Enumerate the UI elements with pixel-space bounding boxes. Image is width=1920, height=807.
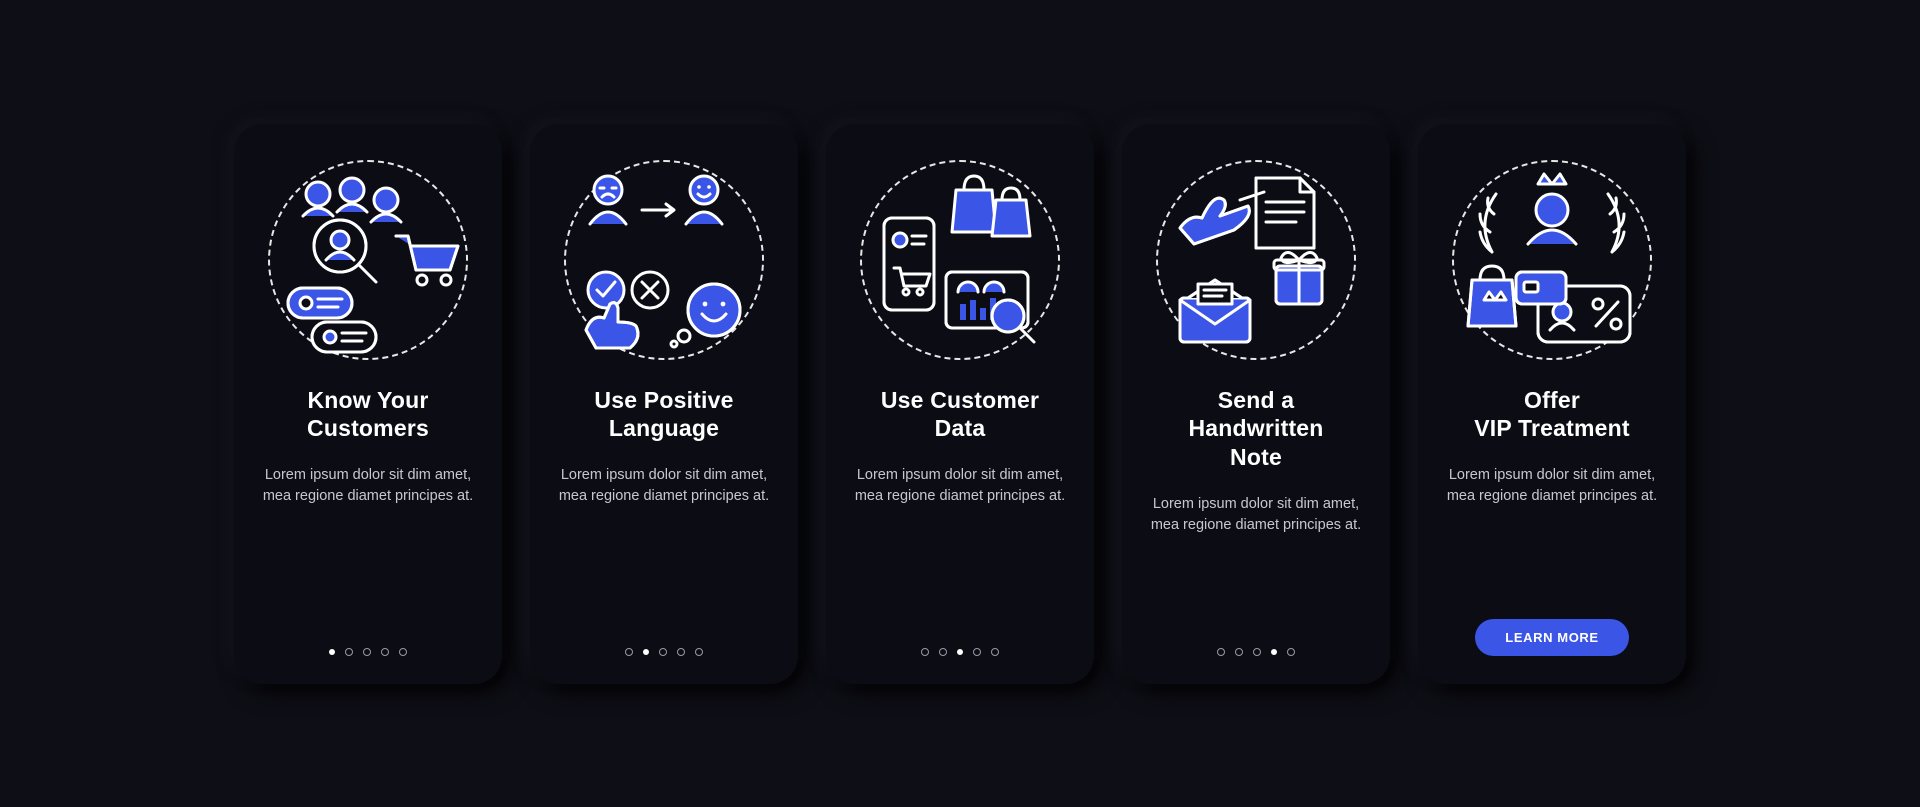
dot[interactable] bbox=[921, 648, 929, 656]
dot[interactable] bbox=[345, 648, 353, 656]
handwritten-note-gift-icon bbox=[1156, 160, 1356, 360]
card-title: Use Customer Data bbox=[881, 386, 1039, 444]
dot[interactable] bbox=[695, 648, 703, 656]
card-body: Lorem ipsum dolor sit dim amet, mea regi… bbox=[554, 465, 774, 507]
dot[interactable] bbox=[939, 648, 947, 656]
dot[interactable] bbox=[973, 648, 981, 656]
dot[interactable] bbox=[399, 648, 407, 656]
dot[interactable] bbox=[363, 648, 371, 656]
pagination-dots bbox=[329, 648, 407, 656]
card-title: Know Your Customers bbox=[307, 386, 429, 444]
dot[interactable] bbox=[381, 648, 389, 656]
dot-active[interactable] bbox=[1271, 649, 1277, 655]
dot[interactable] bbox=[677, 648, 685, 656]
dot-active[interactable] bbox=[643, 649, 649, 655]
dot[interactable] bbox=[1235, 648, 1243, 656]
pagination-dots bbox=[625, 648, 703, 656]
card-body: Lorem ipsum dolor sit dim amet, mea regi… bbox=[1442, 465, 1662, 507]
pagination-dots bbox=[921, 648, 999, 656]
dot[interactable] bbox=[1217, 648, 1225, 656]
card-title: Offer VIP Treatment bbox=[1474, 386, 1630, 444]
card-body: Lorem ipsum dolor sit dim amet, mea regi… bbox=[258, 465, 478, 507]
onboarding-card-know-customers[interactable]: Know Your Customers Lorem ipsum dolor si… bbox=[234, 124, 502, 684]
card-title: Send a Handwritten Note bbox=[1188, 386, 1323, 472]
card-title: Use Positive Language bbox=[594, 386, 733, 444]
vip-crown-card-icon bbox=[1452, 160, 1652, 360]
dot-active[interactable] bbox=[957, 649, 963, 655]
dot[interactable] bbox=[1253, 648, 1261, 656]
card-body: Lorem ipsum dolor sit dim amet, mea regi… bbox=[850, 465, 1070, 507]
dot[interactable] bbox=[1287, 648, 1295, 656]
onboarding-card-positive-language[interactable]: Use Positive Language Lorem ipsum dolor … bbox=[530, 124, 798, 684]
dot-active[interactable] bbox=[329, 649, 335, 655]
card-body: Lorem ipsum dolor sit dim amet, mea regi… bbox=[1146, 494, 1366, 536]
customer-data-analytics-icon bbox=[860, 160, 1060, 360]
dot[interactable] bbox=[991, 648, 999, 656]
onboarding-card-handwritten-note[interactable]: Send a Handwritten Note Lorem ipsum dolo… bbox=[1122, 124, 1390, 684]
onboarding-carousel: Know Your Customers Lorem ipsum dolor si… bbox=[234, 124, 1686, 684]
dot[interactable] bbox=[625, 648, 633, 656]
learn-more-button[interactable]: LEARN MORE bbox=[1475, 619, 1628, 656]
onboarding-card-customer-data[interactable]: Use Customer Data Lorem ipsum dolor sit … bbox=[826, 124, 1094, 684]
pagination-dots bbox=[1217, 648, 1295, 656]
dot[interactable] bbox=[659, 648, 667, 656]
customers-research-icon bbox=[268, 160, 468, 360]
onboarding-card-vip-treatment[interactable]: Offer VIP Treatment Lorem ipsum dolor si… bbox=[1418, 124, 1686, 684]
positive-language-icon bbox=[564, 160, 764, 360]
